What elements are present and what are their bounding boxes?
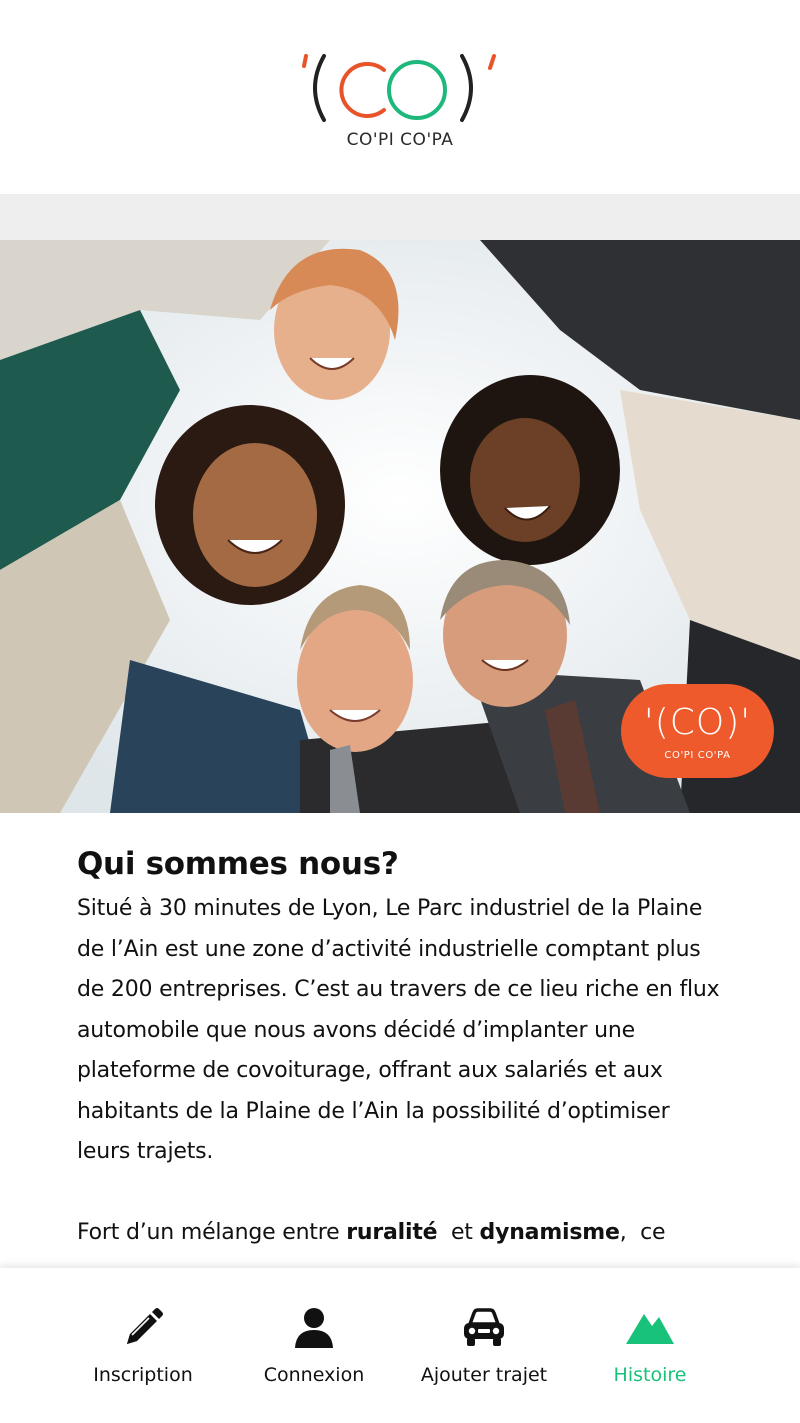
keyword-rurality: ruralité: [346, 1219, 438, 1245]
paragraph-2-mid: et: [437, 1219, 480, 1245]
about-section: Qui sommes nous? Situé à 30 minutes de L…: [77, 843, 727, 1253]
nav-histoire-label: Histoire: [613, 1364, 687, 1386]
badge-logo-mark: '(CO)': [643, 702, 752, 743]
nav-connexion-label: Connexion: [263, 1364, 365, 1386]
about-paragraph-2: Fort d’un mélange entre ruralité et dyna…: [77, 1213, 727, 1254]
car-icon: [464, 1308, 504, 1346]
keyword-dynamism: dynamisme: [479, 1219, 620, 1245]
nav-inscription-label: Inscription: [93, 1364, 193, 1386]
about-paragraph-1: Situé à 30 minutes de Lyon, Le Parc indu…: [77, 896, 720, 1164]
user-icon: [295, 1308, 333, 1348]
pencil-icon: [127, 1308, 163, 1344]
nav-ajouter-trajet-label: Ajouter trajet: [420, 1364, 548, 1386]
paragraph-2-end: , ce: [619, 1219, 666, 1245]
nav-connexion[interactable]: Connexion: [239, 1268, 389, 1423]
mountain-icon: [626, 1314, 674, 1344]
paragraph-2-start: Fort d’un mélange entre: [77, 1219, 347, 1245]
header-divider-band: [0, 194, 800, 240]
section-title: Qui sommes nous?: [77, 846, 399, 882]
badge-brand-name: CO'PI CO'PA: [664, 750, 731, 761]
logo-mark: [300, 48, 500, 128]
brand-name: CO'PI CO'PA: [346, 130, 454, 150]
logo-mark-graphic: [302, 54, 496, 122]
hero-image: '(CO)' CO'PI CO'PA: [0, 240, 800, 813]
app-header: CO'PI CO'PA: [0, 0, 800, 194]
bottom-navigation: Inscription Connexion Ajouter trajet His…: [0, 1268, 800, 1423]
nav-ajouter-trajet[interactable]: Ajouter trajet: [409, 1268, 559, 1423]
hero-brand-badge: '(CO)' CO'PI CO'PA: [621, 684, 774, 778]
nav-histoire[interactable]: Histoire: [575, 1268, 725, 1423]
nav-inscription[interactable]: Inscription: [68, 1268, 218, 1423]
